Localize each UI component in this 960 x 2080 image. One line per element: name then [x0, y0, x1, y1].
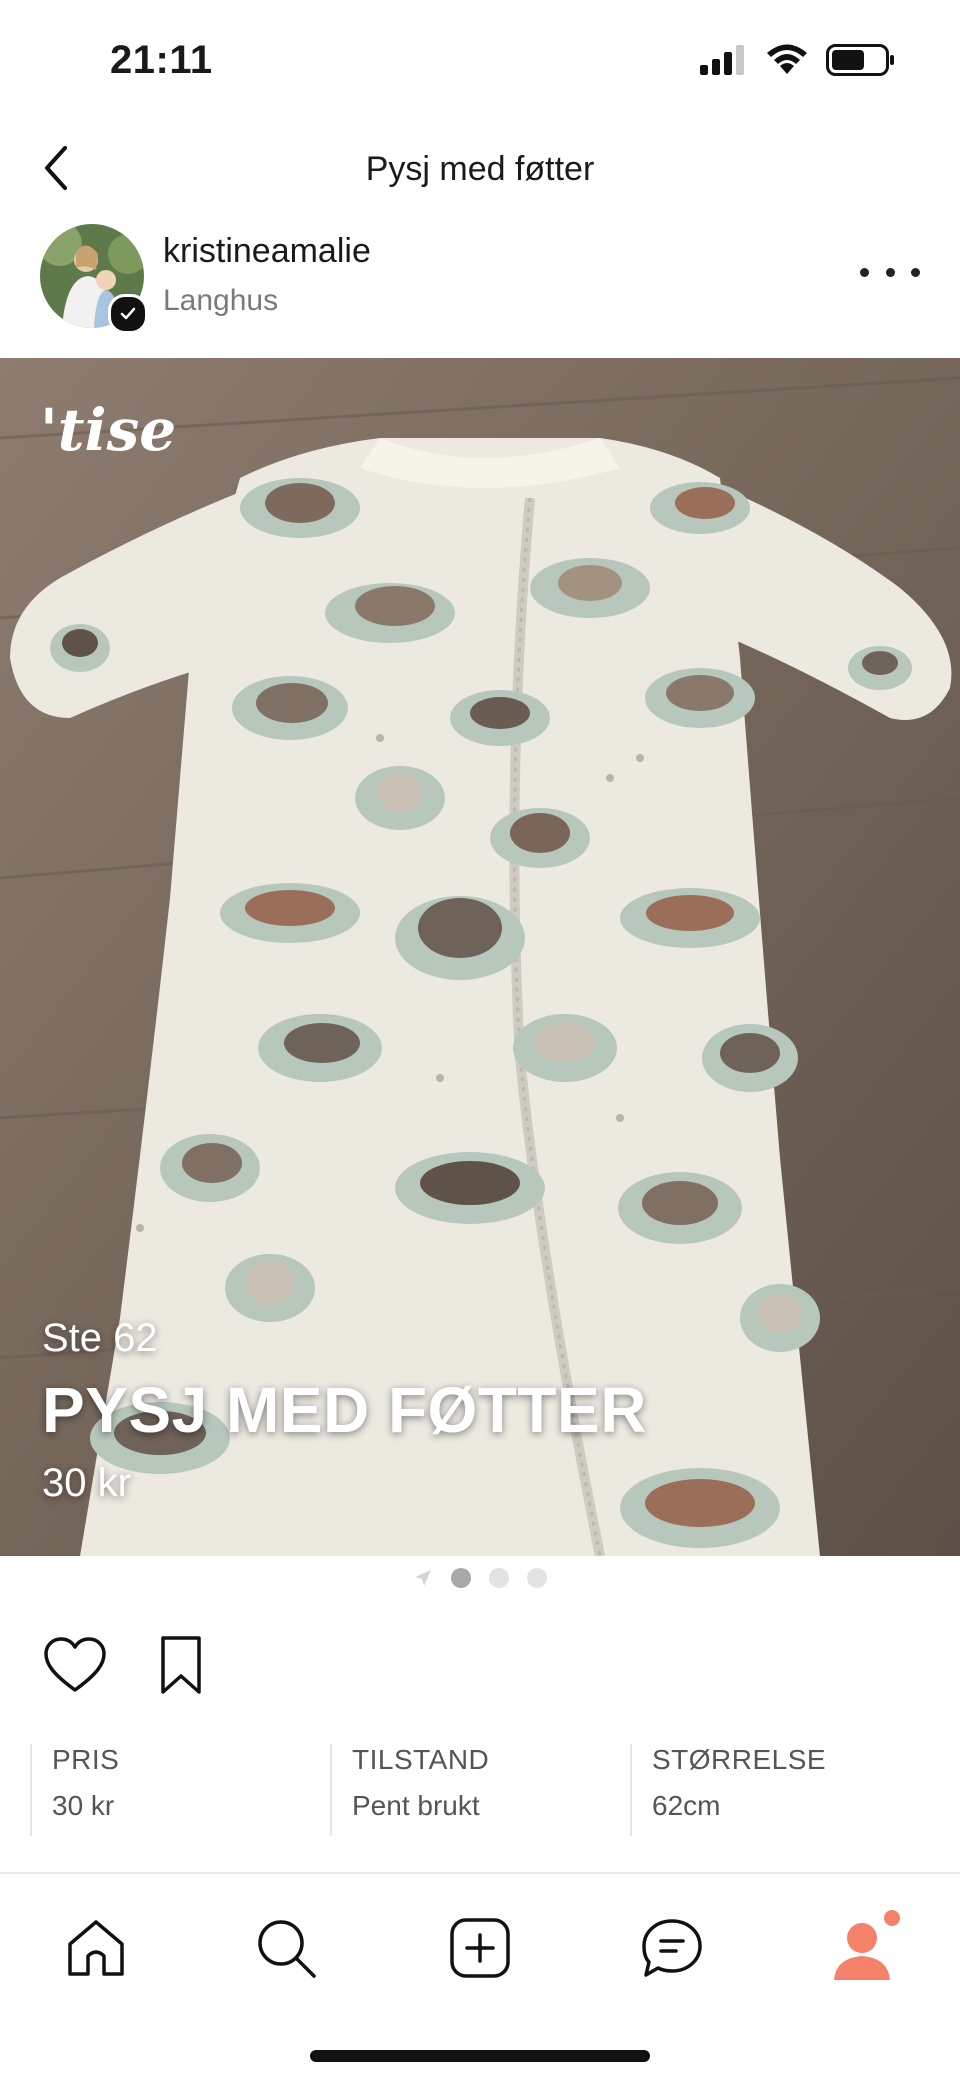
location-arrow-icon: [415, 1570, 431, 1586]
seller-name[interactable]: kristineamalie: [163, 232, 371, 271]
caption-title: PYSJ MED FØTTER: [42, 1374, 647, 1446]
detail-value: 62cm: [652, 1790, 721, 1821]
detail-label: TILSTAND: [352, 1744, 490, 1775]
pager-dot-2[interactable]: [489, 1568, 509, 1588]
details-row: PRIS 30 kr TILSTAND Pent brukt STØRRELSE…: [30, 1744, 930, 1836]
seller-row: kristineamalie Langhus: [0, 222, 960, 334]
pager-dot-1[interactable]: [451, 1568, 471, 1588]
photo-caption: Ste 62 PYSJ MED FØTTER 30 kr: [42, 1316, 647, 1506]
battery-icon: [826, 44, 894, 76]
chat-icon: [642, 1919, 702, 1977]
profile-icon: [834, 1910, 900, 1980]
search-icon: [258, 1920, 316, 1978]
detail-condition: TILSTAND Pent brukt: [330, 1744, 630, 1836]
more-options-button[interactable]: [860, 252, 920, 292]
tab-messages[interactable]: [632, 1908, 712, 1988]
action-row: [40, 1630, 216, 1700]
verified-badge: [108, 294, 148, 334]
plus-square-icon: [450, 1918, 510, 1978]
photo-pager: [0, 1568, 960, 1588]
tab-add[interactable]: [440, 1908, 520, 1988]
home-icon: [68, 1920, 124, 1976]
detail-value: 30 kr: [52, 1790, 115, 1821]
bookmark-button[interactable]: [146, 1630, 216, 1700]
detail-value: Pent brukt: [352, 1790, 480, 1821]
caption-size: Ste 62: [42, 1316, 158, 1360]
home-indicator: [310, 2050, 650, 2062]
seller-location: Langhus: [163, 284, 279, 317]
status-time: 21:11: [110, 38, 213, 82]
heart-icon: [44, 1637, 106, 1692]
like-button[interactable]: [40, 1630, 110, 1700]
more-horizontal-icon: [860, 267, 869, 277]
page-title: Pysj med føtter: [365, 150, 595, 188]
status-icons: [700, 44, 896, 76]
pager-dot-3[interactable]: [527, 1568, 547, 1588]
detail-label: STØRRELSE: [652, 1744, 827, 1775]
bookmark-icon: [161, 1636, 201, 1694]
tise-logo: 'tise: [40, 396, 177, 464]
detail-size: STØRRELSE 62cm: [630, 1744, 930, 1836]
wifi-icon: [767, 44, 807, 74]
tab-bar: [0, 1872, 960, 2080]
nav-header: Pysj med føtter: [0, 130, 960, 210]
tab-profile[interactable]: [826, 1908, 906, 1988]
product-photo[interactable]: 'tise Ste 62 PYSJ MED FØTTER 30 kr: [0, 358, 960, 1556]
tab-search[interactable]: [246, 1908, 326, 1988]
tab-home[interactable]: [56, 1908, 136, 1988]
caption-price: 30 kr: [42, 1461, 131, 1505]
detail-label: PRIS: [52, 1744, 120, 1775]
checkmark-icon: [120, 307, 136, 320]
detail-price: PRIS 30 kr: [30, 1744, 330, 1836]
status-bar: 21:11: [0, 0, 960, 120]
cellular-signal-icon: [700, 45, 744, 75]
